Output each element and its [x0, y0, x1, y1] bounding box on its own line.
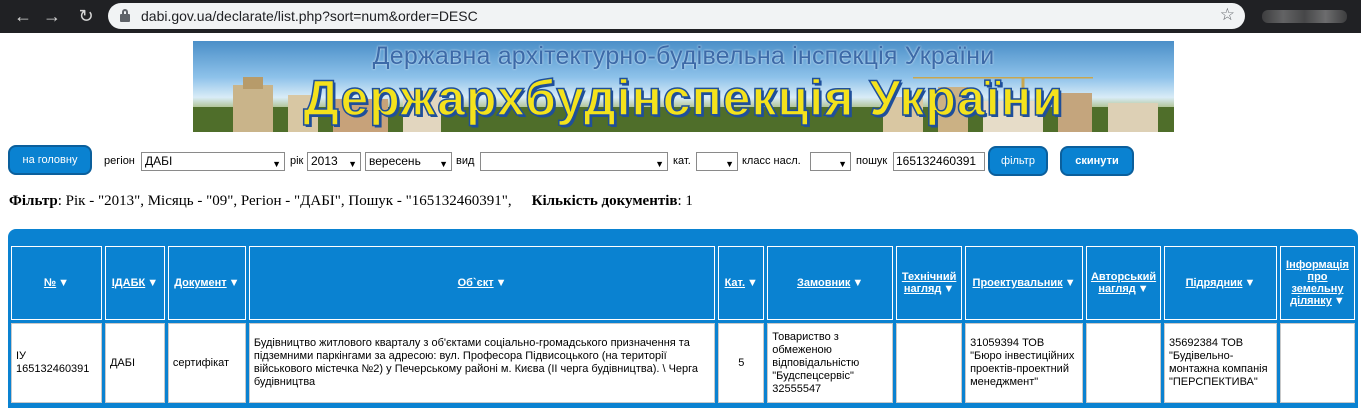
chevron-down-icon: ▼	[272, 159, 281, 169]
filter-summary: Фільтр: Рік - "2013", Місяць - "09", Рег…	[9, 193, 693, 210]
cell-land-info	[1279, 323, 1355, 403]
cell-author-supervision	[1086, 323, 1161, 403]
sort-link-designer[interactable]: Проектувальник	[973, 277, 1063, 289]
filter-button[interactable]: фільтр	[988, 146, 1048, 176]
home-button[interactable]: на головну	[8, 145, 92, 175]
cell-tech-supervision	[896, 323, 963, 403]
sort-triangle-icon: ▼	[228, 277, 240, 289]
sort-triangle-icon: ▼	[58, 277, 70, 289]
reset-button[interactable]: скинути	[1060, 146, 1134, 176]
sort-triangle-icon: ▼	[495, 277, 507, 289]
cell-category: 5	[718, 323, 765, 403]
type-label: вид	[456, 155, 475, 167]
column-header-customer[interactable]: Замовник ▼	[767, 246, 894, 320]
back-arrow-icon[interactable]: ←	[12, 5, 34, 27]
reload-icon[interactable]: ↻	[75, 5, 97, 27]
chevron-down-icon: ▼	[838, 159, 847, 169]
banner-subtitle: Державна архітектурно-будівельна інспекц…	[372, 42, 995, 70]
sort-triangle-icon: ▼	[852, 277, 864, 289]
column-header-idabk[interactable]: ІДАБК ▼	[104, 246, 165, 320]
table-header-row: № ▼ ІДАБК ▼ Документ ▼ Об`єкт ▼ Кат. ▼ Замовн…	[11, 246, 1355, 320]
sort-triangle-icon: ▼	[747, 277, 758, 289]
results-table: № ▼ ІДАБК ▼ Документ ▼ Об`єкт ▼ Кат. ▼ Замовн…	[8, 243, 1358, 406]
address-bar[interactable]: dabi.gov.ua/declarate/list.php?sort=num&…	[108, 3, 1245, 29]
sort-link-object[interactable]: Об`єкт	[458, 277, 494, 289]
region-label: регіон	[104, 155, 135, 167]
sort-link-document[interactable]: Документ	[174, 277, 226, 289]
chevron-down-icon: ▼	[655, 159, 664, 169]
cell-num: ІУ 165132460391	[11, 323, 102, 403]
class-select[interactable]: ▼	[810, 152, 851, 171]
column-header-object[interactable]: Об`єкт ▼	[248, 246, 716, 320]
document-count-text: : 1	[677, 193, 693, 209]
banner-title: Держархбудінспекція України	[302, 69, 1064, 127]
table-row: ІУ 165132460391 ДАБІ сертифікат Будівниц…	[11, 323, 1355, 403]
profile-area[interactable]	[1262, 10, 1347, 23]
category-label: кат.	[673, 155, 691, 167]
sort-triangle-icon: ▼	[1244, 277, 1256, 289]
chevron-down-icon: ▼	[725, 159, 734, 169]
results-table-panel: № ▼ ІДАБК ▼ Документ ▼ Об`єкт ▼ Кат. ▼ Замовн…	[8, 229, 1358, 408]
year-select-value: 2013	[311, 154, 338, 168]
category-select[interactable]: ▼	[696, 152, 738, 171]
bookmark-star-icon[interactable]: ☆	[1220, 5, 1235, 25]
sort-triangle-icon: ▼	[1064, 277, 1076, 289]
forward-arrow-icon[interactable]: →	[41, 5, 63, 27]
sort-link-category[interactable]: Кат.	[725, 277, 745, 289]
cell-customer: Товариство з обмеженою відповідальністю …	[767, 323, 894, 403]
class-label: класс насл.	[742, 155, 801, 167]
filter-summary-text: : Рік - "2013", Місяць - "09", Регіон - …	[57, 193, 512, 209]
sort-triangle-icon: ▼	[943, 283, 955, 295]
url-text[interactable]: dabi.gov.ua/declarate/list.php?sort=num&…	[141, 8, 478, 24]
month-select-value: вересень	[369, 154, 421, 168]
sort-link-idabk[interactable]: ІДАБК	[112, 277, 145, 289]
sort-triangle-icon: ▼	[1137, 283, 1149, 295]
search-input[interactable]: 165132460391	[893, 152, 985, 171]
region-select[interactable]: ДАБІ ▼	[141, 152, 285, 171]
lock-icon	[120, 9, 130, 22]
column-header-land-info[interactable]: Інформація про земельну ділянку ▼	[1279, 246, 1355, 320]
month-select[interactable]: вересень ▼	[365, 152, 452, 171]
column-header-contractor[interactable]: Підрядник ▼	[1164, 246, 1277, 320]
browser-toolbar: ← → ↻ dabi.gov.ua/declarate/list.php?sor…	[0, 0, 1361, 33]
cell-contractor: 35692384 ТОВ "Будівельно-монтажна компан…	[1164, 323, 1277, 403]
cell-idabk: ДАБІ	[104, 323, 165, 403]
sort-link-contractor[interactable]: Підрядник	[1186, 277, 1243, 289]
column-header-author-supervision[interactable]: Авторський нагляд ▼	[1086, 246, 1161, 320]
document-count-label: Кількість документів	[531, 193, 678, 209]
type-select[interactable]: ▼	[480, 152, 668, 171]
region-select-value: ДАБІ	[145, 154, 173, 168]
sort-triangle-icon: ▼	[1333, 295, 1345, 307]
chevron-down-icon: ▼	[348, 159, 357, 169]
search-label: пошук	[856, 155, 888, 167]
filter-summary-label: Фільтр	[9, 193, 58, 209]
year-label: рік	[290, 155, 304, 167]
column-header-designer[interactable]: Проектувальник ▼	[965, 246, 1084, 320]
cell-document: сертифікат	[167, 323, 246, 403]
sort-link-customer[interactable]: Замовник	[797, 277, 850, 289]
chevron-down-icon: ▼	[439, 159, 448, 169]
column-header-tech-supervision[interactable]: Технічний нагляд ▼	[896, 246, 963, 320]
sort-triangle-icon: ▼	[147, 277, 159, 289]
column-header-document[interactable]: Документ ▼	[167, 246, 246, 320]
sort-link-num[interactable]: №	[44, 277, 56, 289]
column-header-num[interactable]: № ▼	[11, 246, 102, 320]
cell-object: Будівництво житлового кварталу з об'єкта…	[248, 323, 716, 403]
cell-designer: 31059394 ТОВ "Бюро інвестиційних проекті…	[965, 323, 1084, 403]
column-header-category[interactable]: Кат. ▼	[718, 246, 765, 320]
filter-form: на головну регіон ДАБІ ▼ рік 2013 ▼ вере…	[0, 145, 1361, 177]
site-banner: Державна архітектурно-будівельна інспекц…	[193, 41, 1174, 132]
year-select[interactable]: 2013 ▼	[307, 152, 361, 171]
